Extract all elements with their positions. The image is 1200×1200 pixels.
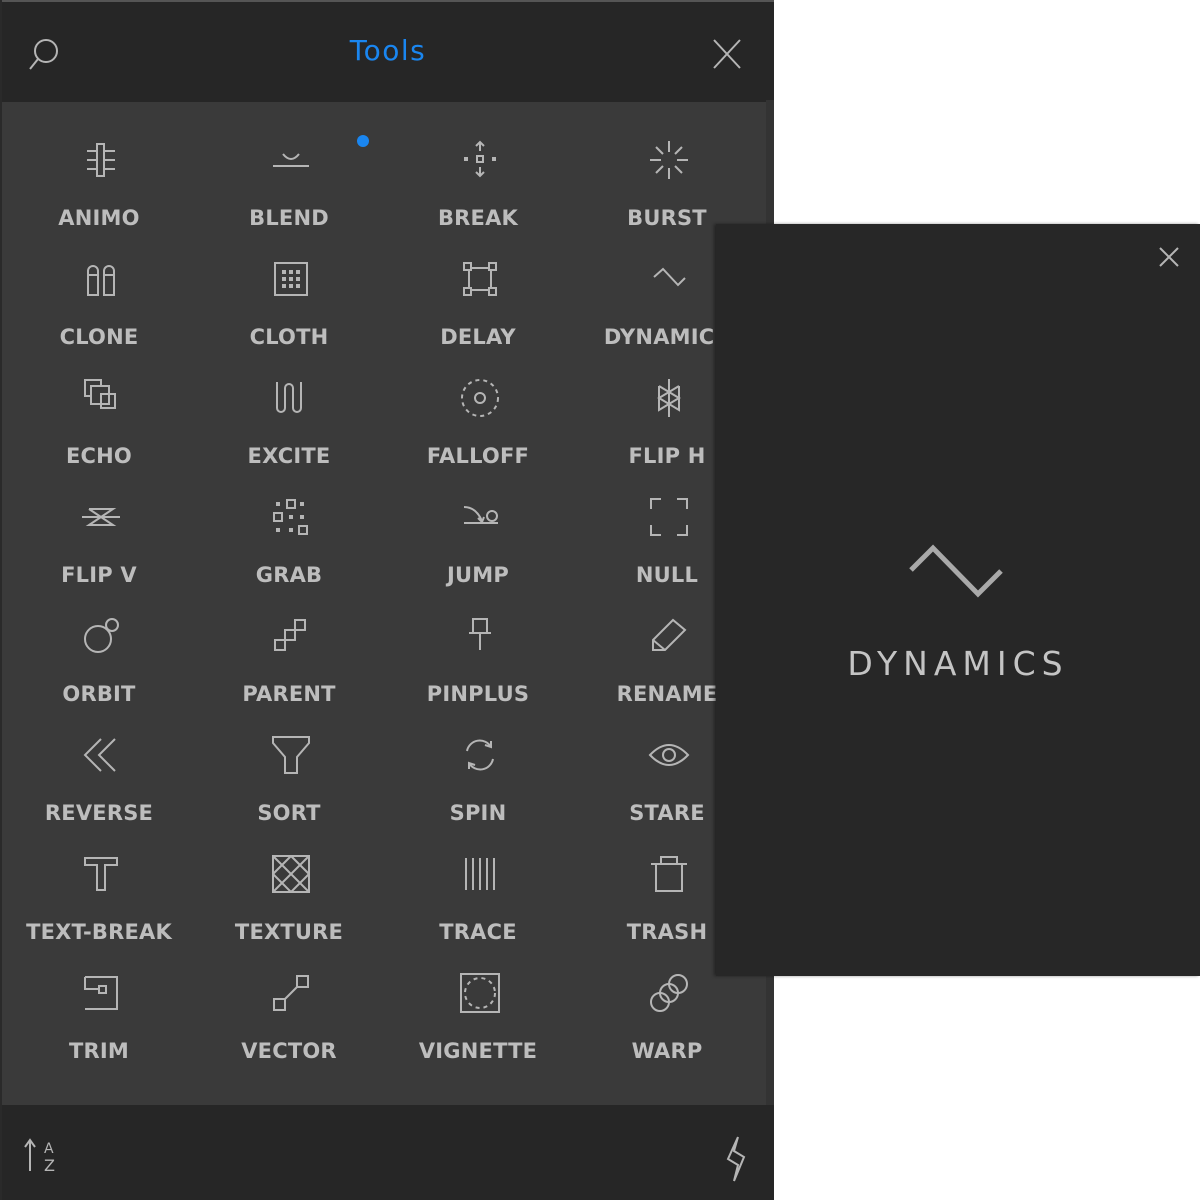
tool-label: TEXT-BREAK [26,920,172,944]
tool-texture[interactable]: TEXTURE [194,832,384,944]
pin-icon [469,618,491,650]
svg-text:Z: Z [44,1156,55,1175]
orbit-icon [84,618,119,653]
panel-footer: A Z [2,1105,774,1200]
delay-icon [463,262,497,296]
tool-label: FALLOFF [426,444,530,468]
tool-break[interactable]: BREAK [383,118,573,230]
trim-icon [84,976,118,1010]
tool-delay[interactable]: DELAY [383,237,573,349]
tool-parent[interactable]: PARENT [194,594,384,706]
funnel-icon [272,736,310,774]
popup-close-icon[interactable] [1156,244,1182,270]
panel-header: Tools [2,0,774,102]
tools-panel: Tools ANIMO BLEND BREAK BURST CLONE CLOTH DELA… [0,0,774,1200]
notification-dot [357,135,369,147]
tool-label: JUMP [447,563,509,587]
tool-flip-v[interactable]: FLIP V [4,475,194,587]
cloth-icon [274,262,308,296]
tool-label: ANIMO [58,206,140,230]
tool-vector[interactable]: VECTOR [194,951,384,1063]
clone-icon [87,265,115,296]
svg-text:A: A [44,1141,54,1157]
tool-label: BLEND [249,206,329,230]
texture-icon [272,855,310,893]
null-icon [650,498,688,536]
tool-label: TEXTURE [234,920,344,944]
tool-label: TRIM [68,1039,129,1063]
echo-icon [84,379,116,409]
warp-icon [650,974,688,1012]
trace-icon [465,858,495,890]
burst-icon [650,141,688,179]
tool-text-break[interactable]: TEXT-BREAK [4,832,194,944]
tool-clone[interactable]: CLONE [4,237,194,349]
tool-label: CLONE [59,325,139,349]
double-chevron-left-icon [83,738,116,772]
tool-grid: ANIMO BLEND BREAK BURST CLONE CLOTH DELAY DYNAM… [2,100,762,1105]
grab-icon [273,499,308,535]
tool-reverse[interactable]: REVERSE [4,713,194,825]
vignette-icon [460,973,500,1013]
tool-label: GRAB [255,563,323,587]
tool-label: ORBIT [62,682,136,706]
tool-trace[interactable]: TRACE [383,832,573,944]
trash-icon [651,856,687,892]
vector-icon [273,975,309,1011]
tool-label: WARP [631,1039,703,1063]
excite-icon [276,382,302,413]
tool-blend[interactable]: BLEND [194,118,384,230]
tool-label: VECTOR [241,1039,337,1063]
eye-icon [648,744,690,766]
jump-icon [463,506,498,524]
tool-vignette[interactable]: VIGNETTE [383,951,573,1063]
lightning-icon[interactable] [714,1135,758,1183]
tool-label: EXCITE [247,444,331,468]
dynamics-large-icon [909,544,1003,598]
tool-spin[interactable]: SPIN [383,713,573,825]
tool-detail-popup: DYNAMICS [716,224,1200,976]
dynamics-icon [653,267,686,287]
tool-burst[interactable]: BURST [572,118,762,230]
tool-trim[interactable]: TRIM [4,951,194,1063]
close-icon[interactable] [706,34,746,74]
sort-az-icon[interactable]: A Z [20,1135,64,1179]
pencil-icon [652,618,687,651]
tool-label: ECHO [66,444,132,468]
flip-v-icon [82,508,120,526]
tool-label: FLIP V [61,563,137,587]
tool-label: CLOTH [249,325,329,349]
tool-falloff[interactable]: FALLOFF [383,356,573,468]
animo-icon [87,143,115,177]
tool-label: PARENT [242,682,336,706]
tool-echo[interactable]: ECHO [4,356,194,468]
tool-animo[interactable]: ANIMO [4,118,194,230]
tool-label: REVERSE [44,801,154,825]
break-icon [464,140,496,178]
tool-excite[interactable]: EXCITE [194,356,384,468]
tool-pinplus[interactable]: PINPLUS [383,594,573,706]
tool-orbit[interactable]: ORBIT [4,594,194,706]
popup-title: DYNAMICS [847,644,1069,683]
tool-grab[interactable]: GRAB [194,475,384,587]
tool-label: PINPLUS [426,682,530,706]
tool-label: VIGNETTE [418,1039,538,1063]
parent-icon [274,619,306,651]
tool-label: BREAK [437,206,519,230]
text-icon [84,857,118,891]
tool-sort[interactable]: SORT [194,713,384,825]
tool-label: SORT [257,801,321,825]
rotate-icon [466,739,494,771]
flip-h-icon [657,379,681,417]
blend-icon [273,153,309,167]
panel-title: Tools [349,34,427,67]
tool-jump[interactable]: JUMP [383,475,573,587]
tool-cloth[interactable]: CLOTH [194,237,384,349]
tool-label: TRACE [439,920,517,944]
tool-label: SPIN [449,801,507,825]
tool-label: DELAY [440,325,516,349]
falloff-icon [461,379,499,417]
